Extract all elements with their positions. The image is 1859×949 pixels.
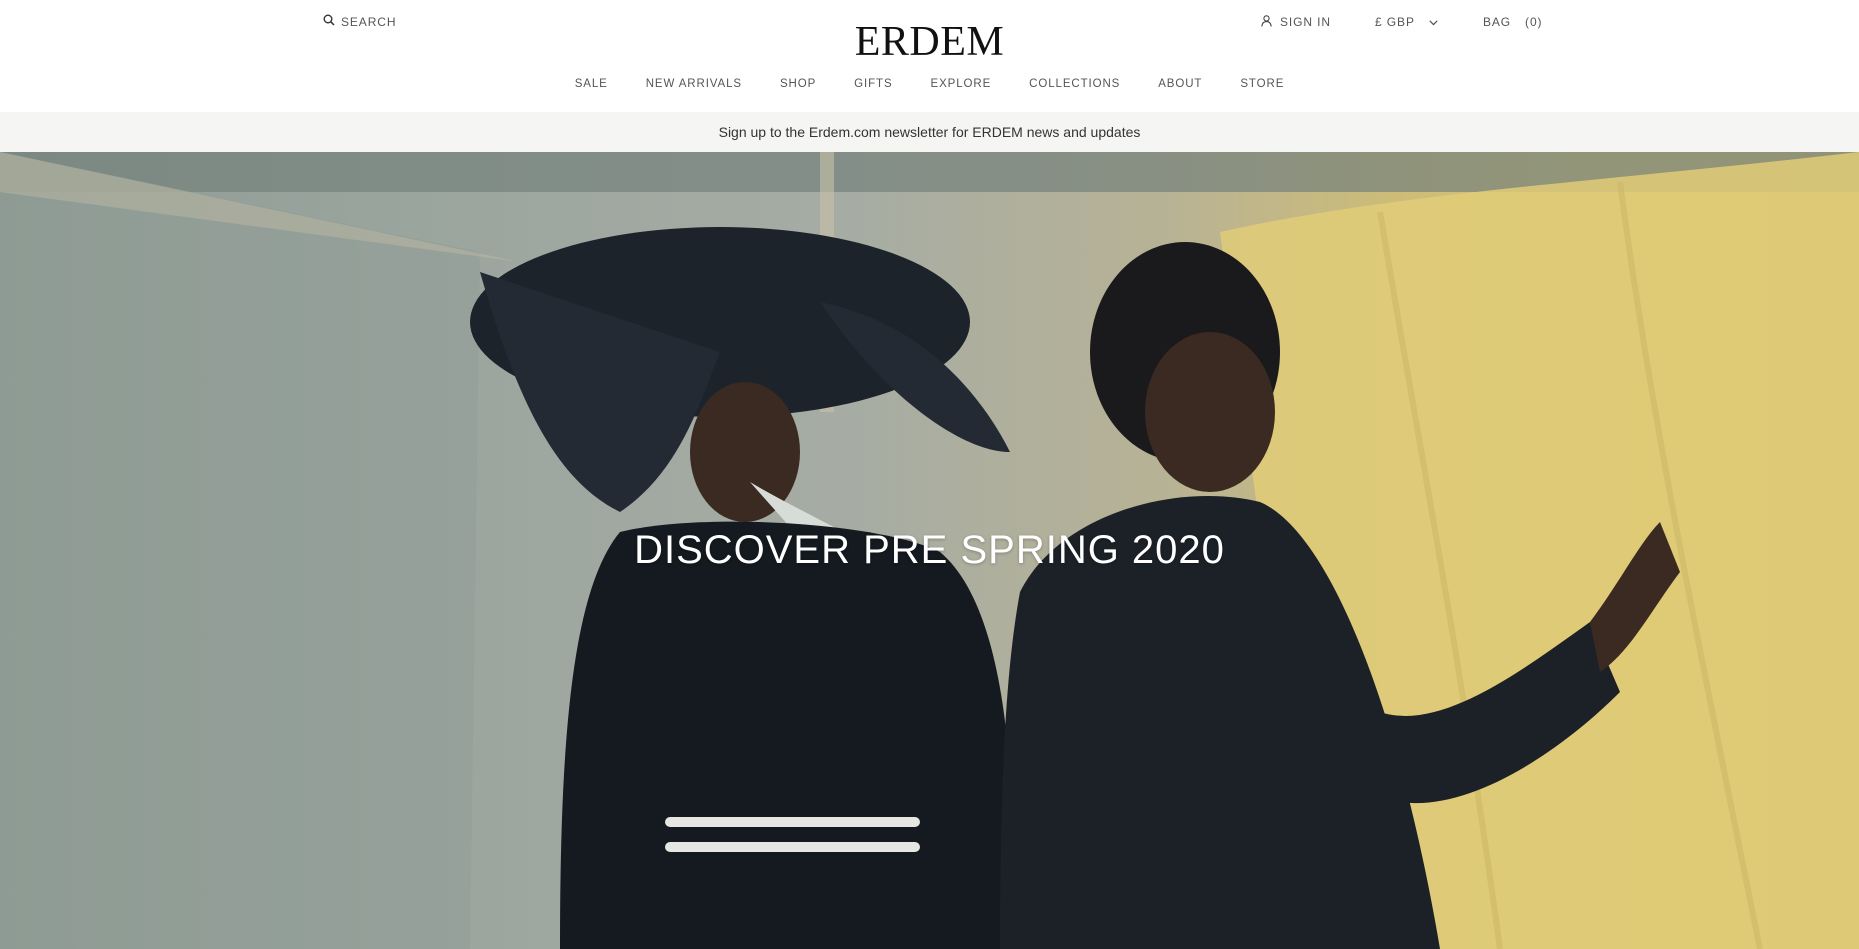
nav-item-collections[interactable]: COLLECTIONS <box>1029 78 1120 90</box>
nav-item-shop[interactable]: SHOP <box>780 78 816 90</box>
brand-logo-wrap: ERDEM <box>0 18 1859 66</box>
bag-label: BAG <box>1483 15 1512 29</box>
currency-label: £ GBP <box>1375 15 1415 29</box>
nav-item-new-arrivals[interactable]: NEW ARRIVALS <box>646 78 742 90</box>
chevron-down-icon <box>1415 15 1438 29</box>
nav-item-sale[interactable]: SALE <box>575 78 608 90</box>
search-icon <box>323 13 335 31</box>
nav-item-store[interactable]: STORE <box>1240 78 1284 90</box>
currency-selector[interactable]: £ GBP <box>1375 14 1438 30</box>
bag-link[interactable]: BAG (0) <box>1483 14 1542 30</box>
newsletter-banner[interactable]: Sign up to the Erdem.com newsletter for … <box>0 112 1859 152</box>
search-button[interactable]: SEARCH <box>323 14 396 30</box>
nav-item-about[interactable]: ABOUT <box>1158 78 1202 90</box>
hero-title[interactable]: DISCOVER PRE SPRING 2020 <box>0 528 1859 573</box>
bag-count: (0) <box>1525 15 1543 29</box>
user-icon <box>1261 14 1280 30</box>
hero-banner[interactable]: DISCOVER PRE SPRING 2020 <box>0 152 1859 949</box>
newsletter-banner-text: Sign up to the Erdem.com newsletter for … <box>718 124 1141 140</box>
main-nav: SALE NEW ARRIVALS SHOP GIFTS EXPLORE COL… <box>0 78 1859 90</box>
sign-in-link[interactable]: SIGN IN <box>1261 14 1331 30</box>
nav-item-gifts[interactable]: GIFTS <box>854 78 892 90</box>
brand-logo[interactable]: ERDEM <box>855 19 1005 65</box>
search-label: SEARCH <box>341 15 397 29</box>
site-header: SEARCH ERDEM SIGN IN £ GBP BAG (0) SALE … <box>0 0 1859 112</box>
nav-item-explore[interactable]: EXPLORE <box>931 78 992 90</box>
sign-in-label: SIGN IN <box>1280 15 1331 29</box>
